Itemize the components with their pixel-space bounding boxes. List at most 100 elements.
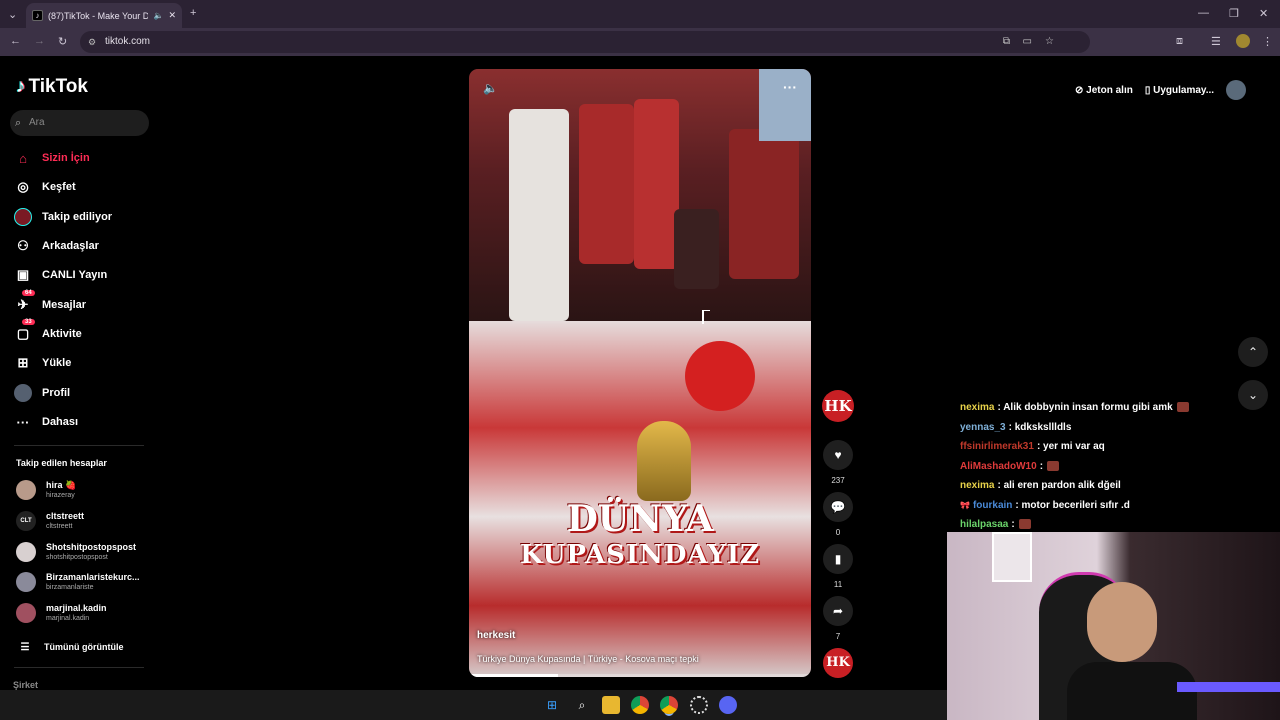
turkish-flag [685,341,755,411]
upload-icon: ⊞ [17,355,29,370]
chat-text: : [1011,519,1015,530]
see-all-button[interactable]: ☰ Tümünü görüntüle [16,638,124,656]
chat-username: fourkain [972,499,1013,511]
nav-item-more[interactable]: ··· Dahası [14,413,79,431]
get-app-button[interactable]: ▯ Uygulamay... [1145,85,1214,96]
forward-icon[interactable]: → [34,35,45,47]
video-description: Türkiye Dünya Kupasında | Türkiye - Koso… [477,654,699,664]
scene-person [634,99,679,269]
volume-icon[interactable]: 🔈 [483,81,498,95]
reading-list-icon[interactable]: ☰ [1211,35,1221,48]
more-options-icon[interactable]: ··· [783,79,797,95]
reload-icon[interactable]: ↻ [58,35,67,48]
compass-icon: ◎ [17,179,29,194]
nav-item-explore[interactable]: ◎ Keşfet [14,178,76,196]
app-icon[interactable] [690,696,708,714]
activity-badge: 33 [22,319,35,325]
account-name: Shotshitpostopspost [46,542,136,552]
chat-username: nexima [960,402,995,413]
tab-close-icon[interactable]: ✕ [168,10,176,21]
chat-text: : kdksksllldls [1008,421,1072,433]
creator-avatar[interactable]: HK [822,390,854,422]
nav-item-activity[interactable]: ▢ 33 Aktivite [14,319,82,343]
banner-line-2: KUPASINDAYIZ [519,540,760,570]
coin-icon: ⊘ [1075,84,1087,96]
video-progress-bar[interactable] [469,674,811,677]
windows-taskbar: ⊞ ⌕ [0,690,947,720]
site-info-icon[interactable]: ⚙ [88,31,96,53]
bookmark-star-icon[interactable]: ☆ [1045,31,1054,53]
following-account[interactable]: Birzamanlaristekurc... birzamanlariste [16,572,146,592]
following-account[interactable]: marjinal.kadin marjinal.kadin [16,603,146,623]
chat-username: hilalpasaa [960,519,1009,530]
folder-icon[interactable] [602,696,620,714]
scene-person [509,109,569,321]
footer-company-link[interactable]: Şirket [13,680,38,690]
avatar: CLT [16,511,36,531]
url-field[interactable]: ⚙ tiktok.com ⧉ ▭ ☆ [80,31,1090,53]
wall-poster [992,532,1032,582]
user-avatar[interactable] [1226,80,1247,100]
minimize-button[interactable]: — [1198,7,1209,19]
video-player[interactable]: DÜNYA KUPASINDAYIZ 🔈 ··· herkesit Türkiy… [469,69,811,677]
nav-label: Yükle [42,357,72,369]
nav-item-live[interactable]: ▣ CANLI Yayın [14,266,107,284]
cast-icon[interactable]: ▭ [1023,31,1032,53]
chrome-icon[interactable] [631,696,649,714]
tab-audio-icon[interactable]: 🔈 [153,11,163,20]
translate-icon[interactable]: ⧉ [1003,31,1010,53]
following-account[interactable]: Shotshitpostopspost shotshitpostopspost [16,542,146,562]
nav-item-friends[interactable]: ⚇ Arkadaşlar [14,237,99,255]
get-coins-button[interactable]: ⊘ Jeton alın [1075,85,1133,96]
account-handle: shotshitpostopspost [46,554,108,561]
chat-emote-icon [1018,519,1031,530]
heart-icon: ♥ [823,440,853,470]
close-window-button[interactable]: ✕ [1259,7,1268,20]
nav-item-messages[interactable]: ✈ 64 Mesajlar [14,290,87,314]
avatar [16,572,36,592]
account-name: cltstreett [46,511,85,521]
nav-item-upload[interactable]: ⊞ Yükle [14,354,72,372]
previous-video-button[interactable]: ⌃ [1238,337,1268,367]
back-icon[interactable]: ← [10,35,21,47]
led-strip [1177,682,1280,692]
browser-tab[interactable]: ♪ (87)TikTok - Make Your Day 🔈 ✕ [26,3,182,28]
video-author[interactable]: herkesit [477,630,515,641]
avatar [16,480,36,500]
chrome-active-icon[interactable] [660,696,678,714]
browser-menu-icon[interactable]: ⋮ [1262,35,1273,48]
following-account[interactable]: CLT cltstreett cltstreett [16,511,146,531]
nav-item-for-you[interactable]: ⌂ Sizin İçin [14,149,90,167]
chat-text: : motor becerileri sıfır .d [1015,499,1130,511]
nav-label: Mesajlar [42,299,87,311]
nav-item-following[interactable]: Takip ediliyor [14,208,112,226]
restore-button[interactable]: ❐ [1229,7,1239,20]
profile-avatar-icon[interactable] [1236,34,1250,48]
like-button[interactable]: ♥ 237 [823,440,853,485]
chat-message: yennas_3: kdksksllldls [960,418,1200,438]
tab-search-chevron-icon[interactable]: ⌄ [8,8,17,21]
tiktok-logo[interactable]: ♪ TikTok [16,76,88,98]
friends-icon: ⚇ [17,238,29,253]
save-button[interactable]: ▮ 11 [823,544,853,589]
discord-icon[interactable] [719,696,737,714]
comment-button[interactable]: 💬 0 [823,492,853,537]
share-button[interactable]: ➦ 7 [823,596,853,641]
following-account[interactable]: hira 🍓 hirazeray [16,480,146,500]
sound-disc[interactable]: HK [823,648,853,678]
extensions-icon[interactable]: ⧈ [1176,35,1183,48]
nav-item-profile[interactable]: Profil [14,384,70,402]
search-input[interactable]: ⌕ Ara [10,110,149,136]
chevron-down-icon: ⌄ [1247,388,1259,402]
home-icon: ⌂ [19,150,27,166]
scene-person [674,209,719,289]
search-icon[interactable]: ⌕ [573,696,591,714]
messages-icon: ✈ 64 [14,290,35,314]
new-tab-button[interactable]: + [190,7,196,19]
mouse-cursor [702,310,710,324]
account-handle: marjinal.kadin [46,615,90,622]
windows-icon[interactable]: ⊞ [543,696,561,714]
nav-label: Keşfet [42,181,76,193]
chat-message: ffsinirlimerak31: yer mi var aq [960,437,1200,457]
next-video-button[interactable]: ⌄ [1238,380,1268,410]
